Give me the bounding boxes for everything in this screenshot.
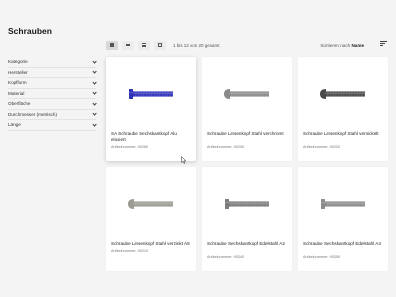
product-card[interactable]: SA Schraube Sechskantkopf Alu eloxiert A… <box>106 57 196 161</box>
chevron-down-icon <box>92 60 96 64</box>
filter-label: Durchmesser (metrisch) <box>8 111 58 117</box>
product-name: Schraube Linsenkopf Stahl verzinkt A8 <box>111 241 190 246</box>
filter-durchmesser[interactable]: Durchmesser (metrisch) <box>8 110 96 120</box>
filter-sidebar: Kategorie Hersteller Kopfform Material O… <box>8 57 96 131</box>
product-name: SA Schraube Sechskantkopf Alu eloxiert <box>111 131 177 142</box>
filter-hersteller[interactable]: Hersteller <box>8 68 96 78</box>
mouse-cursor-icon <box>181 156 187 164</box>
filter-label: Kopfform <box>8 80 27 86</box>
chevron-down-icon <box>92 91 96 95</box>
grid-large-icon <box>110 43 114 47</box>
view-grid-small-button[interactable] <box>122 40 134 50</box>
product-article-number: Artikelnummer: 90210 <box>111 249 149 253</box>
chevron-down-icon <box>92 70 96 74</box>
sort-value: Name <box>351 42 364 48</box>
screw-illustration <box>320 89 365 99</box>
filter-label: Material <box>8 90 25 96</box>
sort-order-icon[interactable] <box>380 41 388 48</box>
product-name: Schraube Sechskantkopf Edelstahl A2 <box>207 241 285 246</box>
listing-toolbar: 1 bis 12 von 20 gesamt Sortieren nach Na… <box>106 40 392 50</box>
product-article-number: Artikelnummer: 90260 <box>111 145 149 149</box>
chevron-down-icon <box>92 123 96 127</box>
list-icon <box>142 43 146 48</box>
screw-illustration <box>225 199 269 209</box>
product-card[interactable]: Schraube Linsenkopf Stahl vernickelt Art… <box>298 57 388 161</box>
filter-kategorie[interactable]: Kategorie <box>8 57 96 68</box>
filter-oberflaeche[interactable]: Oberfläche <box>8 99 96 110</box>
product-name: Schraube Linsenkopf Stahl vernickelt <box>303 131 379 136</box>
filter-label: Kategorie <box>8 59 28 65</box>
screw-illustration <box>321 199 365 209</box>
product-article-number: Artikelnummer: 90350 <box>303 255 341 259</box>
view-list-button[interactable] <box>138 40 150 50</box>
product-card[interactable]: Schraube Linsenkopf Stahl verzinkt A8 Ar… <box>106 167 196 271</box>
filter-label: Hersteller <box>8 69 28 75</box>
filter-kopfform[interactable]: Kopfform <box>8 78 96 89</box>
product-article-number: Artikelnummer: 90230 <box>207 145 245 149</box>
chevron-down-icon <box>92 81 96 85</box>
screw-illustration <box>129 89 173 99</box>
filter-material[interactable]: Material <box>8 89 96 99</box>
product-card[interactable]: Schraube Sechskantkopf Edelstahl A4 Arti… <box>298 167 388 271</box>
product-card[interactable]: Schraube Sechskantkopf Edelstahl A2 Arti… <box>202 167 292 271</box>
filter-label: Länge <box>8 122 21 128</box>
chevron-down-icon <box>92 102 96 106</box>
view-detail-button[interactable] <box>154 40 166 50</box>
detail-view-icon <box>157 43 163 47</box>
sort-prefix: Sortieren nach <box>320 42 351 48</box>
sort-selector[interactable]: Sortieren nach Name <box>320 43 364 48</box>
product-name: Schraube Sechskantkopf Edelstahl A4 <box>303 241 381 246</box>
screw-illustration <box>224 89 269 99</box>
page-title: Schrauben <box>8 26 52 36</box>
product-article-number: Artikelnummer: 90340 <box>207 255 245 259</box>
filter-label: Oberfläche <box>8 101 31 107</box>
grid-small-icon <box>125 43 131 47</box>
screw-illustration <box>128 199 173 209</box>
result-count: 1 bis 12 von 20 gesamt <box>173 42 220 48</box>
product-card[interactable]: Schraube Linsenkopf Stahl verchromt Arti… <box>202 57 292 161</box>
product-image <box>128 199 173 209</box>
product-article-number: Artikelnummer: 90220 <box>303 145 341 149</box>
product-name: Schraube Linsenkopf Stahl verchromt <box>207 131 284 136</box>
chevron-down-icon <box>92 112 96 116</box>
filter-laenge[interactable]: Länge <box>8 120 96 131</box>
view-grid-large-button[interactable] <box>106 40 118 50</box>
